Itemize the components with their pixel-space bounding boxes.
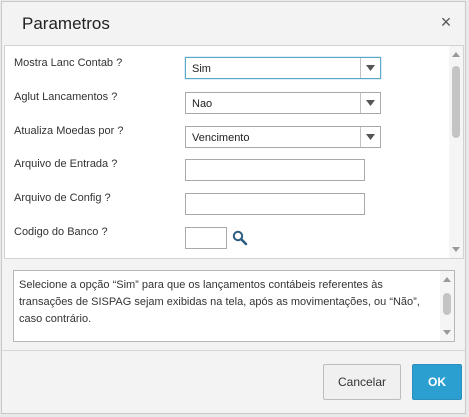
param-label: Atualiza Moedas por ? — [14, 125, 124, 137]
codigo-banco-input[interactable] — [185, 227, 227, 249]
chevron-down-icon[interactable] — [360, 58, 380, 78]
param-row-aglut-lancamentos: Aglut Lancamentos ? Nao — [5, 88, 445, 118]
param-label: Mostra Lanc Contab ? — [14, 57, 123, 69]
scroll-down-arrow-icon[interactable] — [452, 247, 460, 252]
dialog-title: Parametros — [22, 14, 110, 33]
chevron-down-icon[interactable] — [360, 93, 380, 113]
help-panel: Selecione a opção “Sim” para que os lanç… — [13, 270, 455, 342]
search-icon[interactable] — [232, 230, 248, 246]
param-row-atualiza-moedas: Atualiza Moedas por ? Vencimento — [5, 122, 445, 152]
parameters-panel: Mostra Lanc Contab ? Sim Aglut Lancament… — [4, 45, 464, 259]
parameters-dialog: Parametros × Mostra Lanc Contab ? Sim Ag… — [1, 1, 466, 414]
cancel-button[interactable]: Cancelar — [323, 364, 401, 400]
param-row-codigo-banco: Codigo do Banco ? — [5, 224, 445, 254]
mostra-lanc-contab-select[interactable]: Sim — [185, 57, 381, 79]
scroll-up-arrow-icon[interactable] — [443, 277, 451, 282]
scroll-up-arrow-icon[interactable] — [452, 52, 460, 57]
title-bar: Parametros × — [2, 2, 465, 44]
param-label: Codigo do Banco ? — [14, 226, 108, 238]
scroll-thumb[interactable] — [452, 66, 460, 138]
param-label: Arquivo de Entrada ? — [14, 158, 118, 170]
param-row-arquivo-config: Arquivo de Config ? — [5, 190, 445, 220]
scroll-thumb[interactable] — [443, 293, 451, 315]
chevron-down-icon[interactable] — [360, 127, 380, 147]
footer-divider — [2, 350, 465, 351]
parameters-scrollbar[interactable] — [449, 46, 463, 258]
arquivo-entrada-input[interactable] — [185, 159, 365, 181]
select-value: Vencimento — [192, 132, 250, 144]
help-text: Selecione a opção “Sim” para que os lanç… — [19, 279, 420, 325]
param-row-arquivo-entrada: Arquivo de Entrada ? — [5, 156, 445, 186]
select-value: Sim — [192, 63, 211, 75]
help-scrollbar[interactable] — [440, 271, 454, 341]
param-row-mostra-lanc-contab: Mostra Lanc Contab ? Sim — [5, 54, 445, 84]
atualiza-moedas-select[interactable]: Vencimento — [185, 126, 381, 148]
arquivo-config-input[interactable] — [185, 193, 365, 215]
param-label: Arquivo de Config ? — [14, 192, 111, 204]
param-label: Aglut Lancamentos ? — [14, 91, 118, 103]
ok-button[interactable]: OK — [412, 364, 462, 400]
close-icon[interactable]: × — [437, 13, 455, 31]
select-value: Nao — [192, 98, 213, 110]
aglut-lancamentos-select[interactable]: Nao — [185, 92, 381, 114]
scroll-down-arrow-icon[interactable] — [443, 330, 451, 335]
